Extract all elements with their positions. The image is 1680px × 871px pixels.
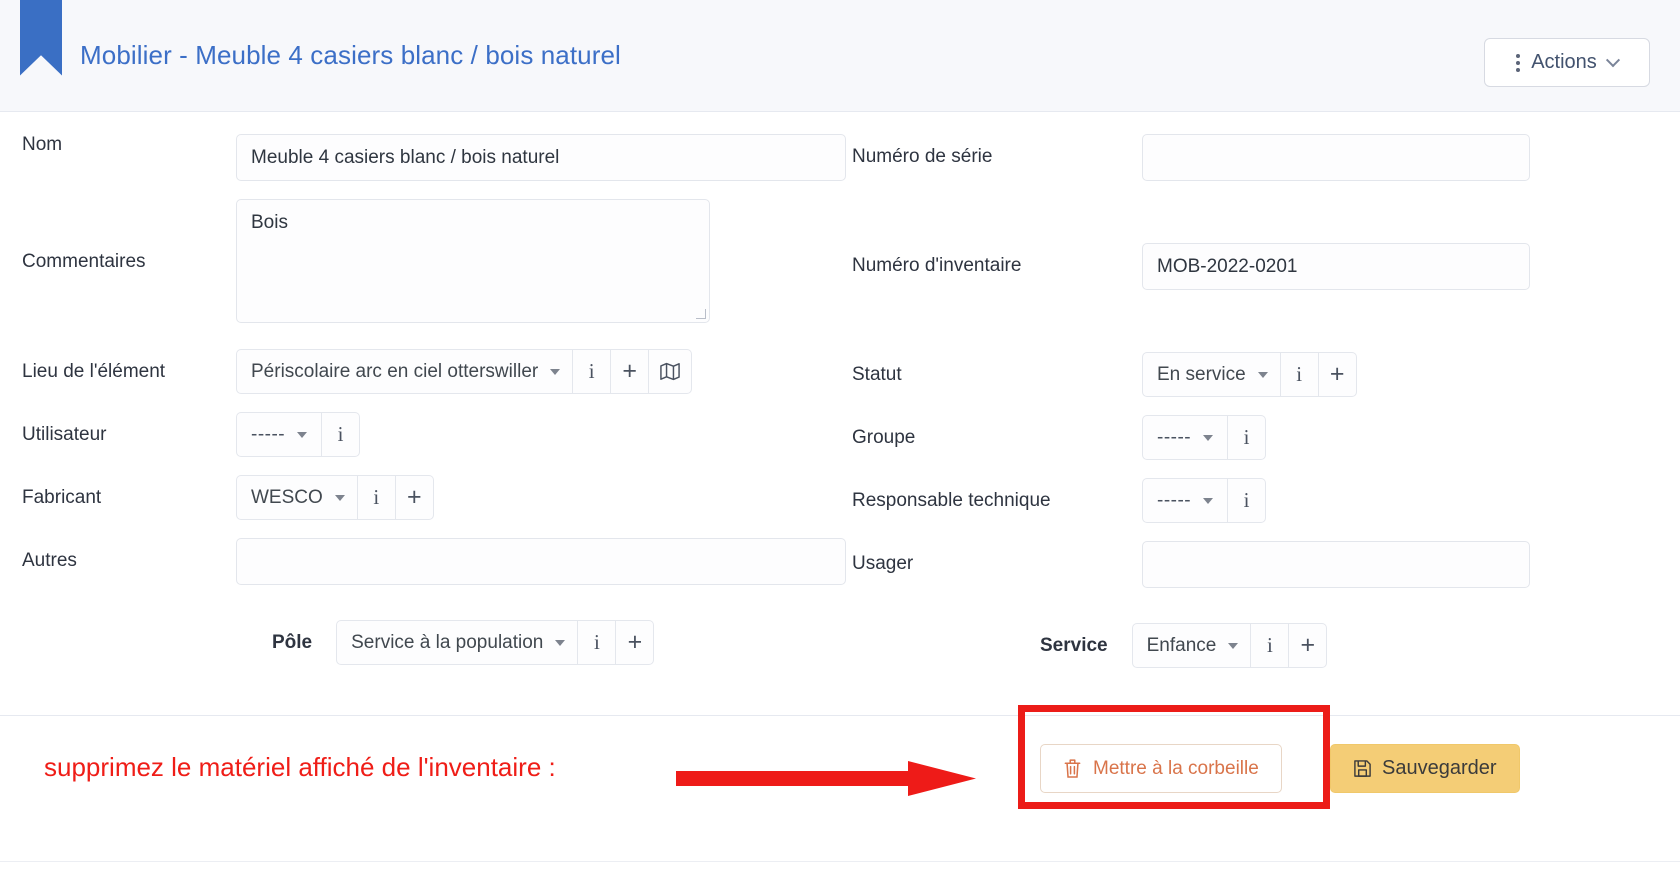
- select-lieu-value: Périscolaire arc en ciel otterswiller: [251, 360, 539, 382]
- plus-icon-service[interactable]: +: [1289, 623, 1328, 668]
- info-icon-service[interactable]: i: [1251, 623, 1290, 668]
- info-icon-fabricant[interactable]: i: [357, 475, 396, 520]
- label-nom: Nom: [22, 134, 63, 155]
- info-icon-responsable[interactable]: i: [1228, 478, 1266, 523]
- label-usager: Usager: [852, 553, 914, 574]
- control-group-service: Enfance i +: [1131, 623, 1328, 668]
- page-header: Mobilier - Meuble 4 casiers blanc / bois…: [0, 0, 1680, 112]
- form-right-column: Numéro de série Numéro d'inventaire MOB-…: [840, 112, 1680, 668]
- input-numero-serie[interactable]: [1142, 134, 1530, 181]
- label-statut: Statut: [852, 364, 902, 385]
- plus-icon-fabricant[interactable]: +: [395, 475, 434, 520]
- label-service: Service: [1040, 634, 1108, 656]
- label-groupe: Groupe: [852, 427, 916, 448]
- field-row-statut: Statut En service i +: [852, 352, 1680, 397]
- input-nom[interactable]: Meuble 4 casiers blanc / bois naturel: [236, 134, 846, 181]
- field-row-fabricant: Fabricant WESCO i +: [22, 475, 840, 520]
- control-group-fabricant: WESCO i +: [236, 475, 434, 520]
- select-service-value: Enfance: [1146, 634, 1217, 656]
- chevron-down-icon: [1605, 52, 1620, 67]
- control-group-pole: Service à la population i +: [336, 620, 655, 665]
- label-fabricant: Fabricant: [22, 487, 102, 508]
- select-groupe[interactable]: -----: [1142, 415, 1228, 460]
- field-row-commentaires: Commentaires Bois: [22, 199, 840, 323]
- select-responsable-value: -----: [1157, 489, 1192, 511]
- caret-down-icon: [555, 639, 566, 646]
- input-usager[interactable]: [1142, 541, 1530, 588]
- info-icon-utilisateur[interactable]: i: [322, 412, 360, 457]
- plus-icon-statut[interactable]: +: [1318, 352, 1357, 397]
- detail-form: Nom Meuble 4 casiers blanc / bois nature…: [0, 112, 1680, 668]
- label-commentaires: Commentaires: [22, 251, 146, 272]
- textarea-commentaires[interactable]: Bois: [236, 199, 710, 323]
- label-numero-serie: Numéro de série: [852, 146, 993, 167]
- select-pole[interactable]: Service à la population: [336, 620, 579, 665]
- field-row-lieu: Lieu de l'élément Périscolaire arc en ci…: [22, 349, 840, 394]
- select-service[interactable]: Enfance: [1131, 623, 1252, 668]
- caret-down-icon: [550, 368, 561, 375]
- input-numero-inventaire[interactable]: MOB-2022-0201: [1142, 243, 1530, 290]
- select-statut-value: En service: [1157, 363, 1246, 385]
- label-autres: Autres: [22, 550, 77, 571]
- caret-down-icon: [1257, 371, 1268, 378]
- info-icon-lieu[interactable]: i: [573, 349, 612, 394]
- field-row-groupe: Groupe ----- i: [852, 415, 1680, 460]
- select-statut[interactable]: En service: [1142, 352, 1281, 397]
- field-row-numero-serie: Numéro de série: [852, 134, 1680, 181]
- label-responsable: Responsable technique: [852, 490, 1051, 511]
- select-groupe-value: -----: [1157, 426, 1192, 448]
- save-floppy-icon: [1354, 760, 1371, 777]
- select-utilisateur[interactable]: -----: [236, 412, 322, 457]
- control-group-utilisateur: ----- i: [236, 412, 360, 457]
- label-lieu: Lieu de l'élément: [22, 361, 166, 382]
- input-autres[interactable]: [236, 538, 846, 585]
- info-icon-pole[interactable]: i: [578, 620, 617, 665]
- control-group-lieu: Périscolaire arc en ciel otterswiller i …: [236, 349, 693, 394]
- actions-button-label: Actions: [1531, 51, 1597, 73]
- red-arrow-right-icon: [676, 761, 976, 796]
- select-responsable[interactable]: -----: [1142, 478, 1228, 523]
- field-row-pole: Pôle Service à la population i +: [22, 620, 840, 665]
- field-row-responsable: Responsable technique ----- i: [852, 478, 1680, 523]
- select-fabricant[interactable]: WESCO: [236, 475, 358, 520]
- highlight-box: [1018, 705, 1330, 809]
- label-numero-inventaire: Numéro d'inventaire: [852, 255, 1022, 276]
- control-group-statut: En service i +: [1142, 352, 1357, 397]
- vertical-dots-icon: [1516, 53, 1521, 72]
- field-row-autres: Autres: [22, 538, 846, 585]
- page-title: Mobilier - Meuble 4 casiers blanc / bois…: [80, 40, 621, 70]
- map-icon-lieu[interactable]: [649, 349, 693, 394]
- ribbon-icon-wrap: [0, 0, 80, 112]
- form-footer: supprimez le matériel affiché de l'inven…: [0, 715, 1680, 871]
- field-row-utilisateur: Utilisateur ----- i: [22, 412, 840, 457]
- select-lieu[interactable]: Périscolaire arc en ciel otterswiller: [236, 349, 574, 394]
- caret-down-icon: [1203, 434, 1214, 441]
- caret-down-icon: [297, 431, 308, 438]
- select-fabricant-value: WESCO: [251, 486, 323, 508]
- field-row-numero-inventaire: Numéro d'inventaire MOB-2022-0201: [852, 243, 1680, 290]
- plus-icon-lieu[interactable]: +: [611, 349, 650, 394]
- bottom-strip: [0, 861, 1680, 871]
- info-icon-groupe[interactable]: i: [1228, 415, 1266, 460]
- caret-down-icon: [334, 494, 345, 501]
- control-group-responsable: ----- i: [1142, 478, 1266, 523]
- save-button[interactable]: Sauvegarder: [1330, 744, 1520, 793]
- bookmark-ribbon-icon: [20, 0, 62, 76]
- save-button-label: Sauvegarder: [1382, 757, 1497, 779]
- caret-down-icon: [1228, 642, 1239, 649]
- field-row-usager: Usager: [852, 541, 1680, 588]
- annotation-text: supprimez le matériel affiché de l'inven…: [44, 752, 556, 782]
- field-row-service: Service Enfance i +: [852, 623, 1680, 668]
- actions-button[interactable]: Actions: [1484, 38, 1650, 87]
- info-icon-statut[interactable]: i: [1280, 352, 1319, 397]
- form-left-column: Nom Meuble 4 casiers blanc / bois nature…: [0, 112, 846, 668]
- label-utilisateur: Utilisateur: [22, 424, 107, 445]
- select-utilisateur-value: -----: [251, 423, 286, 445]
- plus-icon-pole[interactable]: +: [616, 620, 655, 665]
- caret-down-icon: [1203, 497, 1214, 504]
- select-pole-value: Service à la population: [351, 631, 544, 653]
- field-row-nom: Nom Meuble 4 casiers blanc / bois nature…: [22, 134, 846, 181]
- label-pole: Pôle: [272, 631, 313, 653]
- control-group-groupe: ----- i: [1142, 415, 1266, 460]
